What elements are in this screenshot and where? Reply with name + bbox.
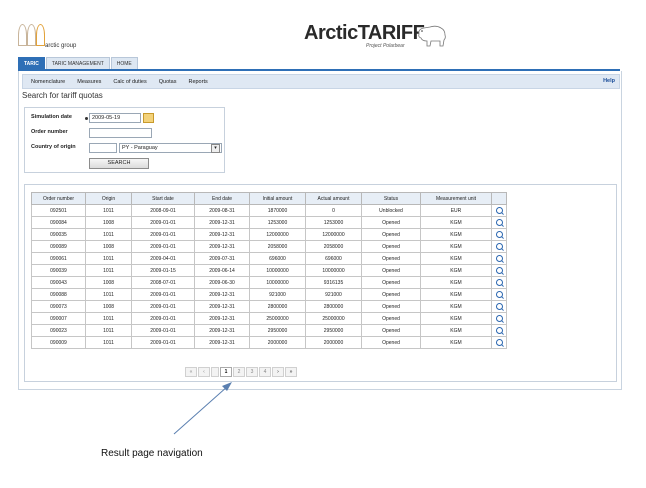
annotation-arrow bbox=[173, 382, 232, 435]
annotation-caption: Result page navigation bbox=[101, 448, 203, 459]
